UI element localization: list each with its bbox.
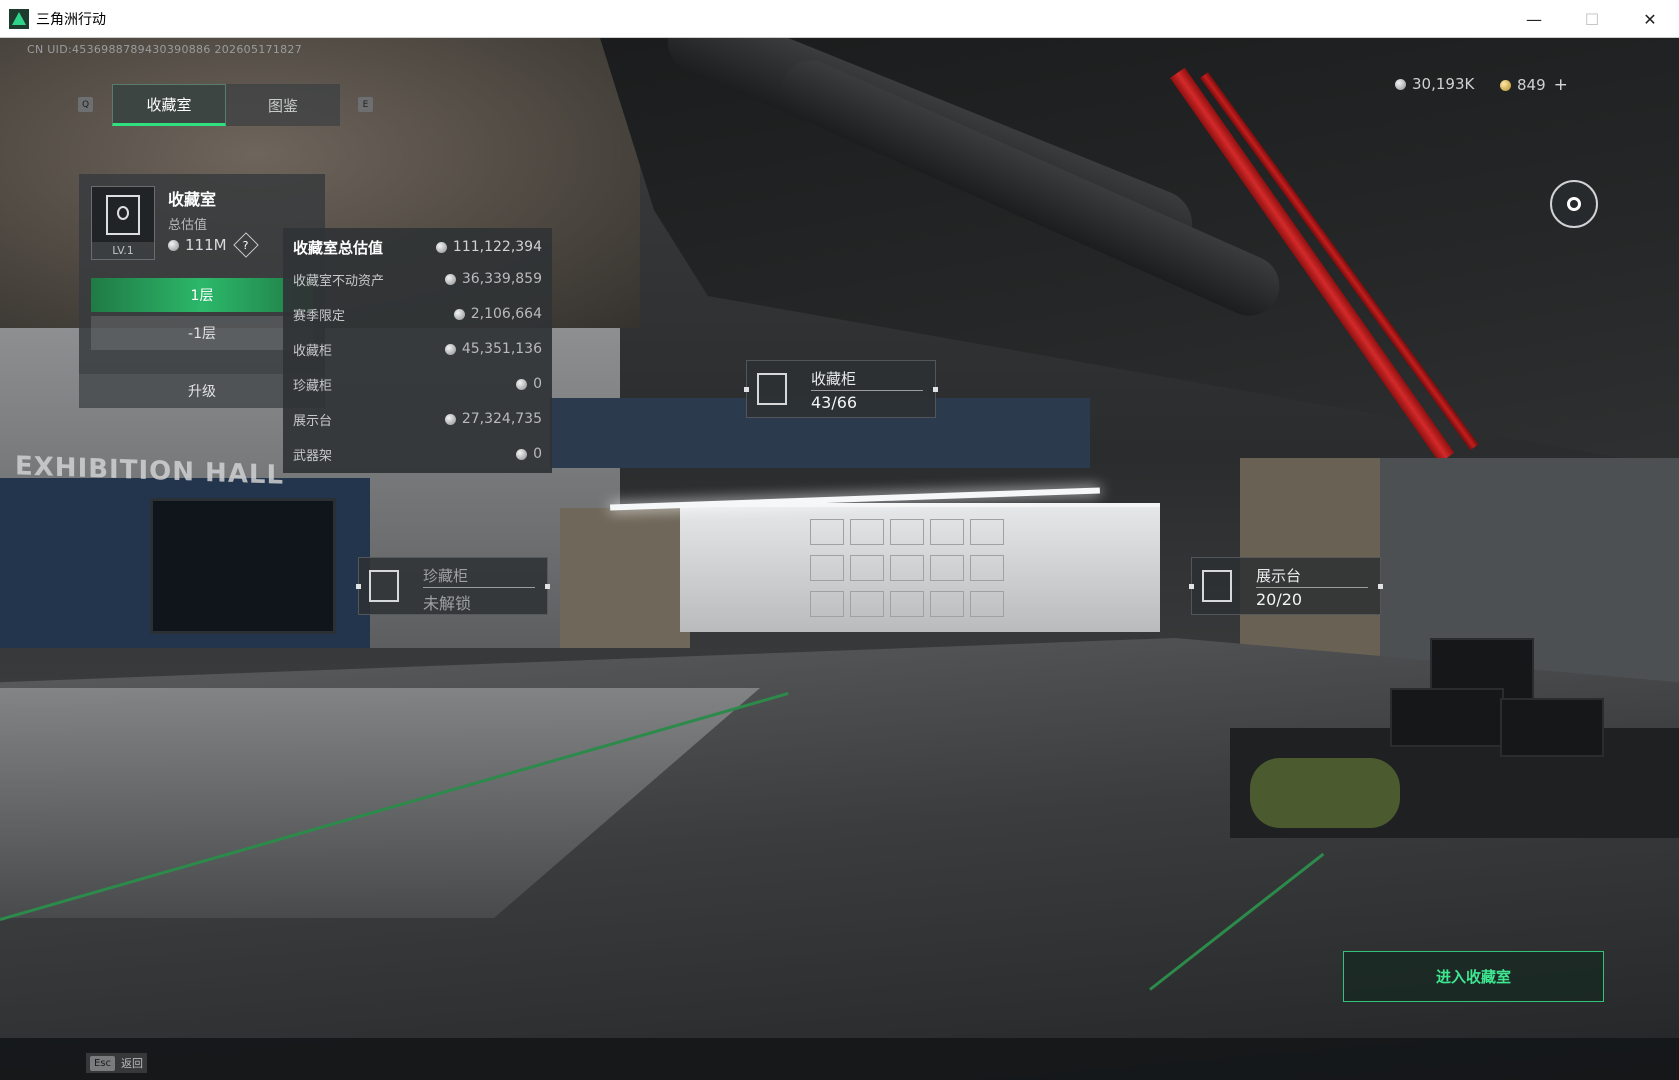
collection-gallery-wall: [680, 503, 1160, 632]
silver-coin-icon: [444, 273, 456, 285]
tab-next-key-hint: E: [358, 97, 373, 112]
window-title: 三角洲行动: [36, 11, 106, 28]
gold-amount: 849: [1517, 76, 1546, 94]
esc-key-hint: Esc: [90, 1055, 116, 1071]
silver-amount: 30,193K: [1412, 75, 1475, 93]
valuation-row: 武器架 0: [293, 446, 542, 464]
silver-coin-icon: [444, 413, 456, 425]
add-currency-button[interactable]: +: [1554, 75, 1568, 95]
silver-coin-icon: [516, 448, 528, 460]
help-icon[interactable]: ?: [232, 232, 259, 258]
collection-room-icon: LV.1: [91, 186, 155, 260]
player-uid: CN UID:4536988789430390886 202605171827: [27, 43, 303, 56]
bottom-bar: [0, 1038, 1679, 1080]
window-titlebar: 三角洲行动 — ☐ ✕: [0, 0, 1679, 38]
silver-coin-icon: [435, 241, 447, 253]
room-subtitle: 总估值: [168, 218, 208, 233]
minimize-button[interactable]: —: [1505, 0, 1563, 38]
enter-collection-room-button[interactable]: 进入收藏室: [1343, 951, 1604, 1002]
silver-currency: 30,193K: [1395, 75, 1474, 93]
duffel-bag: [1250, 758, 1400, 828]
valuation-row: 收藏室不动资产 36,339,859: [293, 271, 542, 289]
close-button[interactable]: ✕: [1621, 0, 1679, 38]
silver-coin-icon: [516, 378, 528, 390]
hotspot-treasure-cabinet[interactable]: 珍藏柜 未解锁: [356, 557, 550, 615]
window-controls: — ☐ ✕: [1505, 0, 1679, 38]
display-stand-icon: [1202, 570, 1232, 602]
valuation-row: 收藏柜 45,351,136: [293, 341, 542, 359]
silver-coin-icon: [1395, 78, 1406, 90]
room-level: LV.1: [92, 242, 154, 259]
floor-b1-button[interactable]: -1层: [91, 316, 313, 350]
gold-coin-icon: [1500, 79, 1511, 91]
valuation-row: 赛季限定 2,106,664: [293, 306, 542, 324]
room-value-amount: 111M: [185, 236, 227, 254]
valuation-breakdown-panel: 收藏室总估值 111,122,394 收藏室不动资产 36,339,859 赛季…: [283, 228, 552, 473]
back-label: 返回: [121, 1057, 144, 1070]
maximize-button[interactable]: ☐: [1563, 0, 1621, 38]
app-logo-icon: [9, 8, 29, 29]
tab-collection-room[interactable]: 收藏室: [112, 84, 226, 126]
room-total-value: 111M ?: [168, 232, 259, 258]
silver-coin-icon: [168, 239, 179, 251]
valuation-row: 收藏室总估值 111,122,394: [293, 238, 542, 257]
record-target-icon[interactable]: [1550, 180, 1598, 228]
gold-currency: 849 +: [1500, 75, 1568, 95]
floor-1-button[interactable]: 1层: [91, 278, 313, 312]
monitor: [1500, 698, 1604, 757]
tab-catalog[interactable]: 图鉴: [226, 84, 340, 126]
tab-prev-key-hint: Q: [78, 97, 93, 112]
back-button[interactable]: Esc 返回: [86, 1053, 148, 1073]
valuation-row: 珍藏柜 0: [293, 376, 542, 394]
valuation-row: 展示台 27,324,735: [293, 411, 542, 429]
cabinet-icon: [757, 373, 787, 405]
display-screen: [150, 498, 336, 634]
main-tabs: 收藏室 图鉴: [112, 84, 340, 126]
room-title: 收藏室: [168, 190, 217, 209]
monitor: [1390, 688, 1504, 747]
hotspot-collection-cabinet[interactable]: 收藏柜 43/66: [744, 360, 938, 418]
hotspot-display-stand[interactable]: 展示台 20/20: [1189, 557, 1383, 615]
rock-wall: [560, 508, 690, 648]
silver-coin-icon: [444, 343, 456, 355]
lock-cabinet-icon: [369, 570, 399, 602]
silver-coin-icon: [453, 308, 465, 320]
